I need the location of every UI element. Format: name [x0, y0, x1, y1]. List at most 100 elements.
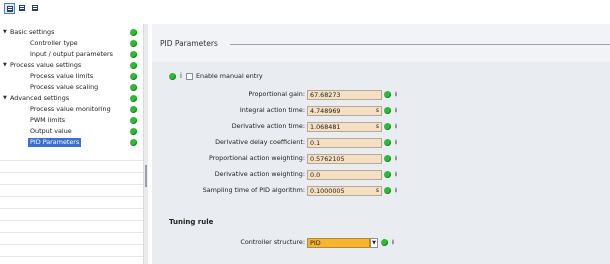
tree-item-process-value-scaling[interactable]: Process value scaling [0, 83, 143, 92]
derivative-action-weighting-field[interactable]: 0.0 [307, 170, 382, 180]
splitter-handle[interactable] [145, 165, 147, 187]
tree-divider [0, 244, 143, 245]
field-unit: s [375, 187, 379, 194]
tree-item-process-value-monitoring[interactable]: Process value monitoring [0, 105, 143, 114]
tree-item-pwm-limits[interactable]: PWM limits [0, 116, 143, 125]
tree-divider [0, 220, 143, 221]
enable-manual-entry-checkbox[interactable] [186, 73, 193, 80]
functional-view-button[interactable] [4, 3, 15, 14]
parameter-view-icon [19, 5, 25, 11]
field-value: 0.1000005 [310, 187, 345, 195]
controller-structure-label: Controller structure: [240, 238, 305, 246]
title-rule [230, 44, 610, 45]
integral-action-time-field[interactable]: 4.748969 s [307, 106, 382, 116]
tree-item-label: PWM limits [30, 116, 66, 124]
tree-item-process-value-settings[interactable]: ▼ Process value settings [0, 61, 143, 70]
parameter-label: Derivative delay coefficient: [215, 138, 305, 146]
expand-arrow-icon[interactable]: ▼ [3, 28, 7, 37]
parameter-label: Proportional action weighting: [209, 154, 305, 162]
parameter-label: Sampling time of PID algorithm: [202, 186, 305, 194]
toolbar [0, 0, 610, 17]
parameter-label: Derivative action weighting: [214, 170, 305, 178]
controller-structure-select[interactable]: PID [307, 238, 370, 248]
tree-divider [0, 196, 143, 197]
tree-item-label: Input / output parameters [30, 50, 113, 58]
parameter-label: Derivative action time: [231, 122, 305, 130]
status-ok-icon [169, 73, 176, 80]
chevron-down-icon[interactable]: ▼ [370, 238, 378, 248]
status-ok-icon [384, 91, 391, 98]
status-ok-icon [130, 128, 137, 135]
enable-manual-entry-label: Enable manual entry [196, 72, 263, 80]
functional-view-icon [7, 6, 13, 12]
status-ok-icon [130, 62, 137, 69]
status-ok-icon [130, 95, 137, 102]
proportional-gain-field[interactable]: 67.68273 [307, 90, 382, 100]
compare-view-icon [32, 5, 38, 11]
tree-item-label: Process value settings [10, 61, 82, 69]
field-value: 0.5762105 [310, 155, 345, 163]
download-icon[interactable]: ⭳ [393, 154, 399, 162]
tree-divider [0, 184, 143, 185]
proportional-action-weighting-field[interactable]: 0.5762105 [307, 154, 382, 164]
field-value: 67.68273 [310, 91, 341, 99]
field-value: 0.1 [310, 139, 321, 147]
tree-item-process-value-limits[interactable]: Process value limits [0, 72, 143, 81]
download-icon[interactable]: ⭳ [393, 138, 399, 146]
panel-splitter[interactable] [144, 24, 148, 264]
parameter-label: Proportional gain: [248, 90, 305, 98]
status-ok-icon [130, 73, 137, 80]
tree-item-controller-type[interactable]: Controller type [0, 39, 143, 48]
derivative-delay-coefficient-field[interactable]: 0.1 [307, 138, 382, 148]
tree-divider [0, 160, 143, 161]
status-ok-icon [384, 123, 391, 130]
status-ok-icon [384, 155, 391, 162]
expand-arrow-icon[interactable]: ▼ [3, 61, 7, 70]
tree-item-label: Process value scaling [30, 83, 99, 91]
download-icon[interactable]: ⭳ [393, 186, 399, 194]
field-unit: s [375, 107, 379, 114]
tree-item-label: Process value monitoring [30, 105, 111, 113]
tree-item-output-value[interactable]: Output value [0, 127, 143, 136]
status-ok-icon [384, 187, 391, 194]
tree-item-pid-parameters[interactable]: PID Parameters [0, 138, 143, 147]
download-icon[interactable]: ⭳ [393, 90, 399, 98]
parameter-view-button[interactable] [17, 3, 28, 14]
tree-item-input-output-parameters[interactable]: Input / output parameters [0, 50, 143, 59]
navigation-tree: ▼ Basic settings Controller type Input /… [0, 24, 144, 264]
status-ok-icon [384, 107, 391, 114]
status-ok-icon [130, 40, 137, 47]
download-icon[interactable]: ⭳ [393, 122, 399, 130]
tree-item-basic-settings[interactable]: ▼ Basic settings [0, 28, 143, 37]
select-value: PID [310, 239, 321, 247]
field-unit: s [375, 123, 379, 130]
tree-item-label: Controller type [30, 39, 78, 47]
tree-item-label: Basic settings [10, 28, 55, 36]
tuning-rule-heading: Tuning rule [169, 218, 214, 226]
compare-view-button[interactable] [30, 3, 41, 14]
status-ok-icon [384, 171, 391, 178]
status-ok-icon [130, 106, 137, 113]
tree-divider [0, 208, 143, 209]
status-ok-icon [130, 139, 137, 146]
info-icon: ⅰ [180, 72, 182, 80]
tree-divider [0, 256, 143, 257]
field-value: 0.0 [310, 171, 321, 179]
download-icon[interactable]: ⭳ [393, 106, 399, 114]
sampling-time-field[interactable]: 0.1000005 s [307, 186, 382, 196]
tree-item-label: Output value [30, 127, 72, 135]
download-icon[interactable]: ⭳ [393, 170, 399, 178]
expand-arrow-icon[interactable]: ▼ [3, 94, 7, 103]
status-ok-icon [381, 239, 388, 246]
tree-item-advanced-settings[interactable]: ▼ Advanced settings [0, 94, 143, 103]
tree-item-label: Advanced settings [10, 94, 70, 102]
status-ok-icon [130, 29, 137, 36]
status-ok-icon [130, 117, 137, 124]
derivative-action-time-field[interactable]: 1.068481 s [307, 122, 382, 132]
parameter-label: Integral action time: [239, 106, 305, 114]
tree-divider [0, 232, 143, 233]
tree-item-label: Process value limits [30, 72, 94, 80]
download-icon[interactable]: ⭳ [390, 238, 396, 246]
field-value: 4.748969 [310, 107, 341, 115]
field-value: 1.068481 [310, 123, 341, 131]
